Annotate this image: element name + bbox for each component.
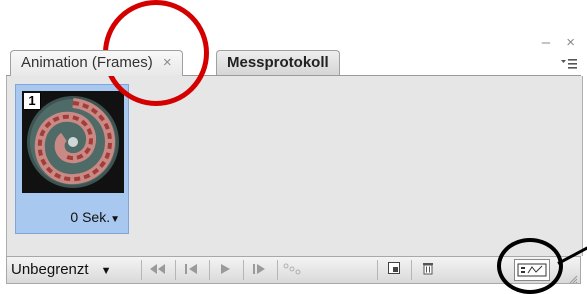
panel-menu-icon[interactable] — [561, 58, 577, 71]
frames-area: 1 0 Sek.▼ — [6, 76, 583, 256]
chevron-down-icon: ▼ — [110, 214, 120, 225]
tab-label: Animation (Frames) — [21, 54, 153, 71]
delete-frame-button[interactable] — [411, 260, 444, 280]
trash-icon — [423, 263, 433, 275]
frame-item[interactable]: 1 0 Sek.▼ — [15, 84, 129, 234]
first-frame-icon — [150, 264, 165, 274]
frame-delay-dropdown[interactable]: 0 Sek.▼ — [70, 209, 120, 225]
frame-delay-label: 0 Sek. — [70, 209, 111, 225]
tab-messprotokoll[interactable]: Messprotokoll — [216, 50, 340, 75]
previous-frame-icon — [185, 264, 197, 274]
panel-header: – × — [0, 0, 587, 50]
loop-label: Unbegrenzt — [11, 261, 89, 278]
tween-icon — [283, 263, 301, 275]
frame-number: 1 — [24, 93, 41, 110]
animation-toolbar: Unbegrenzt ▼ — [6, 256, 581, 284]
resize-grip-icon[interactable] — [568, 271, 578, 284]
close-icon[interactable]: × — [163, 54, 172, 71]
next-frame-icon — [253, 264, 265, 274]
play-icon — [221, 264, 230, 274]
frame-thumbnail: 1 — [22, 91, 124, 193]
new-frame-icon — [388, 262, 400, 274]
loop-options-select[interactable]: Unbegrenzt ▼ — [11, 260, 111, 281]
tween-button[interactable] — [277, 260, 310, 280]
tab-animation-frames[interactable]: Animation (Frames) × — [10, 50, 183, 76]
new-frame-button[interactable] — [377, 260, 410, 280]
next-frame-button[interactable] — [243, 260, 276, 280]
first-frame-button[interactable] — [141, 260, 174, 280]
annotation-black-circle — [497, 238, 563, 294]
tab-bar: Animation (Frames) × Messprotokoll — [6, 48, 581, 76]
chevron-down-icon: ▼ — [100, 265, 112, 277]
play-button[interactable] — [209, 260, 242, 280]
previous-frame-button[interactable] — [175, 260, 208, 280]
tab-label: Messprotokoll — [227, 54, 329, 71]
